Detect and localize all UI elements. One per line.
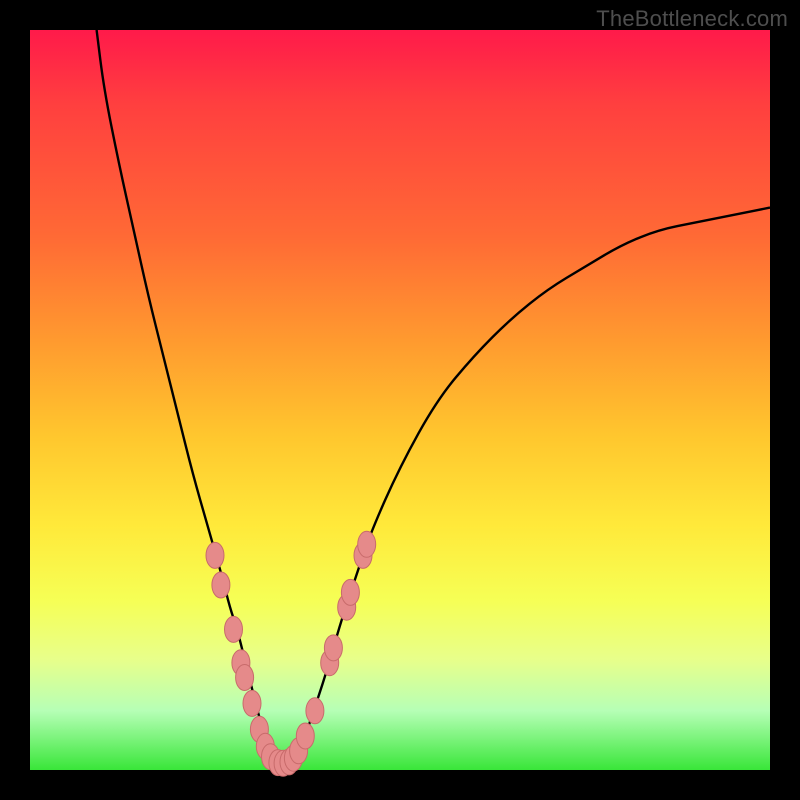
highlight-dot <box>341 579 359 605</box>
highlight-dot <box>324 635 342 661</box>
highlight-dot <box>306 698 324 724</box>
v-curve-line <box>97 30 770 763</box>
watermark-text: TheBottleneck.com <box>596 6 788 32</box>
highlight-dot <box>296 723 314 749</box>
curve-svg <box>30 30 770 770</box>
highlight-dot <box>236 665 254 691</box>
plot-area <box>30 30 770 770</box>
highlight-dot <box>358 531 376 557</box>
highlight-dot <box>243 690 261 716</box>
highlight-dot <box>206 542 224 568</box>
highlight-dots <box>206 531 376 776</box>
chart-frame: TheBottleneck.com <box>0 0 800 800</box>
highlight-dot <box>212 572 230 598</box>
highlight-dot <box>225 616 243 642</box>
